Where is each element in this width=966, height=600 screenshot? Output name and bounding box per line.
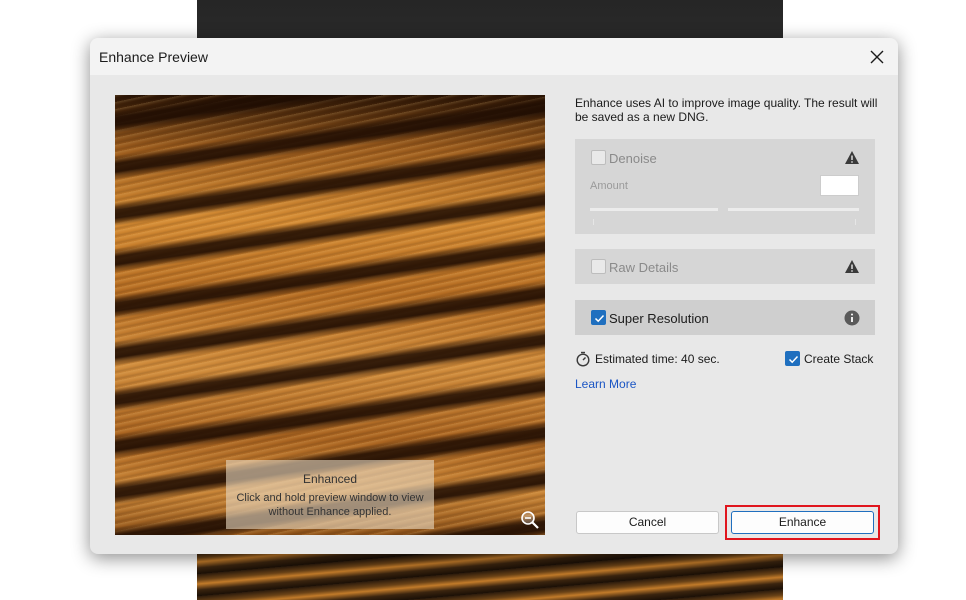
checkmark-icon <box>594 314 605 323</box>
amount-slider-track-right[interactable] <box>728 208 859 211</box>
enhance-preview-dialog: Enhance Preview Enhanced Click and hold … <box>90 38 898 554</box>
cancel-button[interactable]: Cancel <box>576 511 719 534</box>
close-button[interactable] <box>864 44 890 70</box>
preview-window[interactable]: Enhanced Click and hold preview window t… <box>115 95 545 535</box>
amount-label: Amount <box>590 180 628 192</box>
background-photo-strip <box>197 552 783 600</box>
denoise-section: Denoise Amount <box>575 139 875 234</box>
create-stack-checkbox[interactable] <box>785 351 800 366</box>
raw-details-section: Raw Details <box>575 249 875 284</box>
overlay-hint-line1: Click and hold preview window to view <box>236 492 424 504</box>
slider-tick <box>855 219 856 225</box>
warning-icon <box>845 151 859 164</box>
estimated-time-row: Estimated time: 40 sec. Create Stack <box>575 350 875 368</box>
super-resolution-section: Super Resolution <box>575 300 875 335</box>
raw-details-checkbox[interactable] <box>591 259 606 274</box>
info-icon[interactable] <box>844 310 860 326</box>
denoise-label: Denoise <box>609 151 657 166</box>
enhance-button-highlight <box>725 505 880 540</box>
warning-icon <box>845 260 859 273</box>
stopwatch-icon <box>576 351 590 367</box>
amount-input[interactable] <box>820 175 859 196</box>
learn-more-link[interactable]: Learn More <box>575 377 636 391</box>
denoise-checkbox[interactable] <box>591 150 606 165</box>
estimated-time: Estimated time: 40 sec. <box>595 352 720 366</box>
checkmark-icon <box>788 355 799 364</box>
preview-overlay: Enhanced Click and hold preview window t… <box>226 460 434 529</box>
zoom-out-icon[interactable] <box>519 509 541 531</box>
overlay-hint-line2: without Enhance applied. <box>268 506 392 518</box>
create-stack-label: Create Stack <box>804 352 874 366</box>
amount-slider-track-left[interactable] <box>590 208 718 211</box>
dialog-titlebar: Enhance Preview <box>90 38 898 75</box>
super-resolution-label: Super Resolution <box>609 311 709 326</box>
slider-tick <box>593 219 594 225</box>
raw-details-label: Raw Details <box>609 260 679 275</box>
dialog-title: Enhance Preview <box>99 49 208 65</box>
overlay-title: Enhanced <box>302 472 358 486</box>
super-resolution-checkbox[interactable] <box>591 310 606 325</box>
enhance-description: Enhance uses AI to improve image quality… <box>575 96 878 124</box>
close-icon <box>870 50 884 64</box>
